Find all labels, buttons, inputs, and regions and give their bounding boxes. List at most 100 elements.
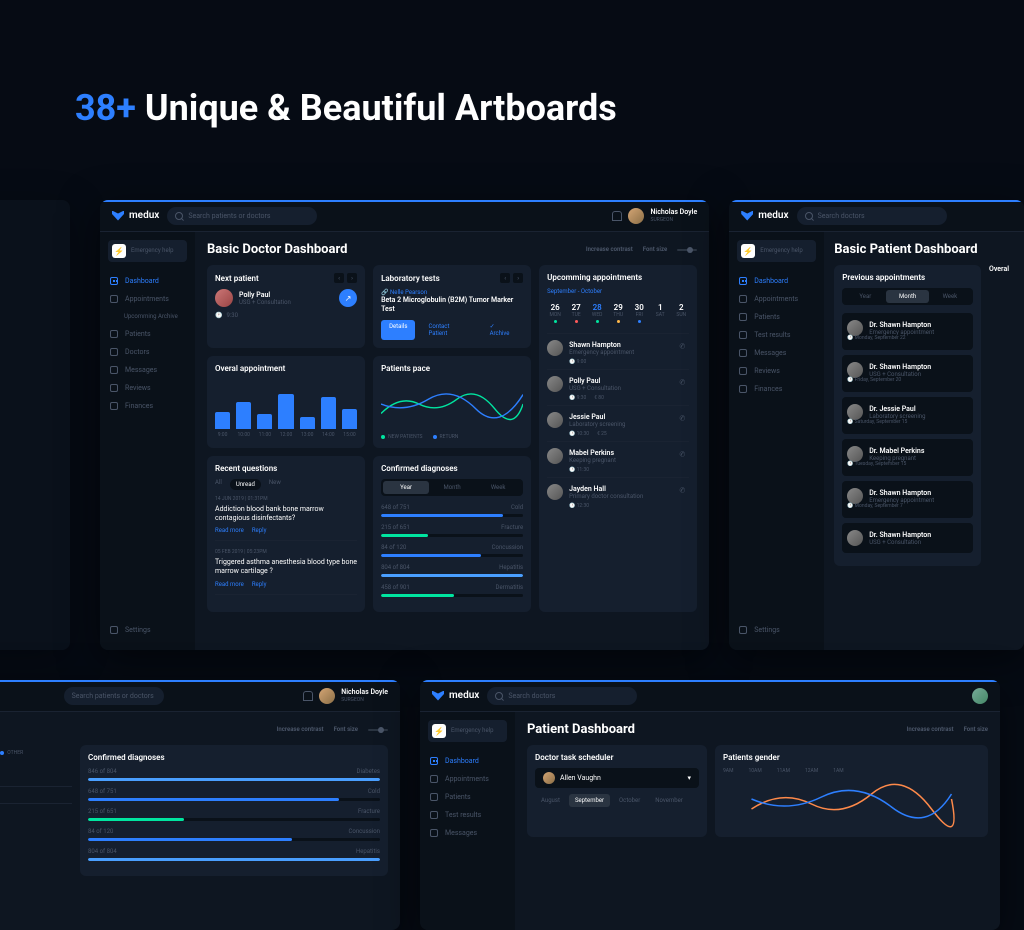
emergency-button[interactable]: ⚡Emergency help xyxy=(428,720,507,742)
sidebar-item-settings[interactable]: Settings xyxy=(729,618,824,642)
bell-icon[interactable] xyxy=(612,211,622,221)
calendar-day[interactable]: 30FRI xyxy=(631,303,647,323)
contrast-toggle[interactable]: Increase contrast xyxy=(586,246,633,253)
next-icon[interactable]: › xyxy=(513,273,523,283)
month-tab[interactable]: September xyxy=(569,794,610,807)
appointment-item[interactable]: Mabel PerkinsKeeping pregnant✆ xyxy=(547,441,689,470)
sidebar-item-messages[interactable]: Messages xyxy=(420,824,515,842)
tab-all[interactable]: All xyxy=(215,479,222,490)
search-input[interactable]: Search patients or doctors xyxy=(167,207,317,225)
appointment-card[interactable]: Dr. Shawn HamptonUSG + Consultation xyxy=(842,523,973,553)
sidebar-item-appointments[interactable]: Appointments xyxy=(100,290,195,308)
bell-icon[interactable] xyxy=(303,691,313,701)
calendar-day[interactable]: 1SAT xyxy=(652,303,668,323)
sidebar-item-finances[interactable]: Finances xyxy=(100,397,195,415)
tab-month[interactable]: Month xyxy=(429,481,475,494)
sidebar-item-test-results[interactable]: Test results xyxy=(729,326,824,344)
prev-icon[interactable]: ‹ xyxy=(500,273,510,283)
call-button[interactable]: ↗ xyxy=(339,289,357,307)
reply-link[interactable]: Reply xyxy=(252,527,267,534)
fontsize-slider[interactable] xyxy=(368,729,388,731)
tab-week[interactable]: Week xyxy=(929,290,971,303)
month-tab[interactable]: October xyxy=(613,794,646,807)
sidebar-item-test-results[interactable]: Test results xyxy=(420,806,515,824)
tab-week[interactable]: Week xyxy=(475,481,521,494)
emergency-button[interactable]: ⚡Emergency help xyxy=(737,240,816,262)
tab-month[interactable]: Month xyxy=(886,290,928,303)
appointment-item[interactable]: Shawn HamptonEmergency appointment✆ xyxy=(547,333,689,362)
appointment-card[interactable]: Dr. Shawn HamptonUSG + Consultation🕐 Fri… xyxy=(842,355,973,392)
sidebar-item-appointments[interactable]: Appointments xyxy=(420,770,515,788)
sidebar-item-dashboard[interactable]: Dashboard xyxy=(420,752,515,770)
details-button[interactable]: Details xyxy=(381,320,415,340)
previous-appointments-card: Previous appointments YearMonthWeek Dr. … xyxy=(834,265,981,566)
contact-button[interactable]: Contact Patient xyxy=(420,320,476,340)
sidebar-item-archive[interactable]: Upcomming Archive xyxy=(100,308,195,325)
read-more-link[interactable]: Read more xyxy=(215,581,244,588)
appointment-item[interactable]: Jayden HallPrimary doctor consultation✆ xyxy=(547,477,689,506)
brand-logo[interactable]: medux xyxy=(432,690,479,701)
sidebar-item-patients[interactable]: Patients xyxy=(729,308,824,326)
sidebar-item-reviews[interactable]: Reviews xyxy=(729,362,824,380)
star-icon xyxy=(110,384,118,392)
doctor-dropdown[interactable]: Allen Vaughn▾ xyxy=(535,768,699,788)
sidebar-item-patients[interactable]: Patients xyxy=(420,788,515,806)
sidebar-item-dashboard[interactable]: Dashboard xyxy=(100,272,195,290)
appointment-item[interactable]: Jessie PaulLaboratory screening✆ xyxy=(547,405,689,434)
calendar-day[interactable]: 2SUN xyxy=(673,303,689,323)
contrast-toggle[interactable]: Increase contrast xyxy=(907,726,954,733)
brand-logo[interactable]: medux xyxy=(741,210,788,221)
next-icon[interactable]: › xyxy=(347,273,357,283)
search-input[interactable]: Search patients or doctors xyxy=(64,687,164,705)
overall-label: Overal xyxy=(989,265,1014,273)
doctor-icon xyxy=(110,348,118,356)
reply-link[interactable]: Reply xyxy=(252,581,267,588)
search-input[interactable]: Search doctors xyxy=(487,687,637,705)
archive-button[interactable]: ✓ Archive xyxy=(482,320,524,340)
overall-appointment-card: Overal appointment 9:0010:0011:0012:0013… xyxy=(207,356,365,448)
emergency-button[interactable]: ⚡Emergency help xyxy=(108,240,187,262)
appointment-card[interactable]: Dr. Shawn HamptonEmergency appointment🕐 … xyxy=(842,481,973,518)
user-menu[interactable]: Nicholas DoyleSURGEON xyxy=(303,688,388,704)
tab-new[interactable]: New xyxy=(269,479,281,490)
confirmed-diagnoses-card: Confirmed diagnoses 846 of 804Diabetes64… xyxy=(80,745,388,876)
search-icon xyxy=(175,212,183,220)
artboard-edge xyxy=(0,200,70,650)
tab-unread[interactable]: Unread xyxy=(230,479,261,490)
user-menu[interactable]: Nicholas DoyleSURGEON xyxy=(612,208,697,224)
appointment-item[interactable]: Polly PaulUSG + Consultation✆ xyxy=(547,369,689,398)
contrast-toggle[interactable]: Increase contrast xyxy=(277,726,324,733)
sidebar-item-patients[interactable]: Patients xyxy=(100,325,195,343)
brand-logo[interactable]: medux xyxy=(112,210,159,221)
fontsize-slider[interactable] xyxy=(677,249,697,251)
calendar-day[interactable]: 26MON xyxy=(547,303,563,323)
tab-year[interactable]: Year xyxy=(383,481,429,494)
sidebar-item-finances[interactable]: Finances xyxy=(729,380,824,398)
sidebar-item-messages[interactable]: Messages xyxy=(100,361,195,379)
sidebar-item-reviews[interactable]: Reviews xyxy=(100,379,195,397)
prev-icon[interactable]: ‹ xyxy=(334,273,344,283)
hero-title: 38+ Unique & Beautiful Artboards xyxy=(75,85,617,132)
mail-icon xyxy=(110,366,118,374)
sidebar-item-dashboard[interactable]: Dashboard xyxy=(729,272,824,290)
mail-icon xyxy=(430,829,438,837)
tab-year[interactable]: Year xyxy=(844,290,886,303)
search-input[interactable]: Search doctors xyxy=(797,207,947,225)
sidebar-item-messages[interactable]: Messages xyxy=(729,344,824,362)
appointment-card[interactable]: Dr. Jessie PaulLaboratory screening🕐 Sat… xyxy=(842,397,973,434)
sidebar-item-appointments[interactable]: Appointments xyxy=(729,290,824,308)
sidebar-item-settings[interactable]: Settings xyxy=(100,618,195,642)
month-tab[interactable]: August xyxy=(535,794,566,807)
calendar-day[interactable]: 29THU xyxy=(610,303,626,323)
sidebar-item-doctors[interactable]: Doctors xyxy=(100,343,195,361)
month-tab[interactable]: November xyxy=(649,794,689,807)
appointment-card[interactable]: Dr. Shawn HamptonEmergency appointment🕐 … xyxy=(842,313,973,350)
calendar-icon xyxy=(110,295,118,303)
calendar-day[interactable]: 27TUE xyxy=(568,303,584,323)
phone-icon: ✆ xyxy=(678,450,690,462)
calendar-day[interactable]: 28WED xyxy=(589,303,605,323)
read-more-link[interactable]: Read more xyxy=(215,527,244,534)
grid-icon xyxy=(110,277,118,285)
appointment-card[interactable]: Dr. Mabel PerkinsKeeping pregnant🕐 Tuesd… xyxy=(842,439,973,476)
lab-patient-link[interactable]: 🔗 Nelle Pearson xyxy=(381,289,523,296)
